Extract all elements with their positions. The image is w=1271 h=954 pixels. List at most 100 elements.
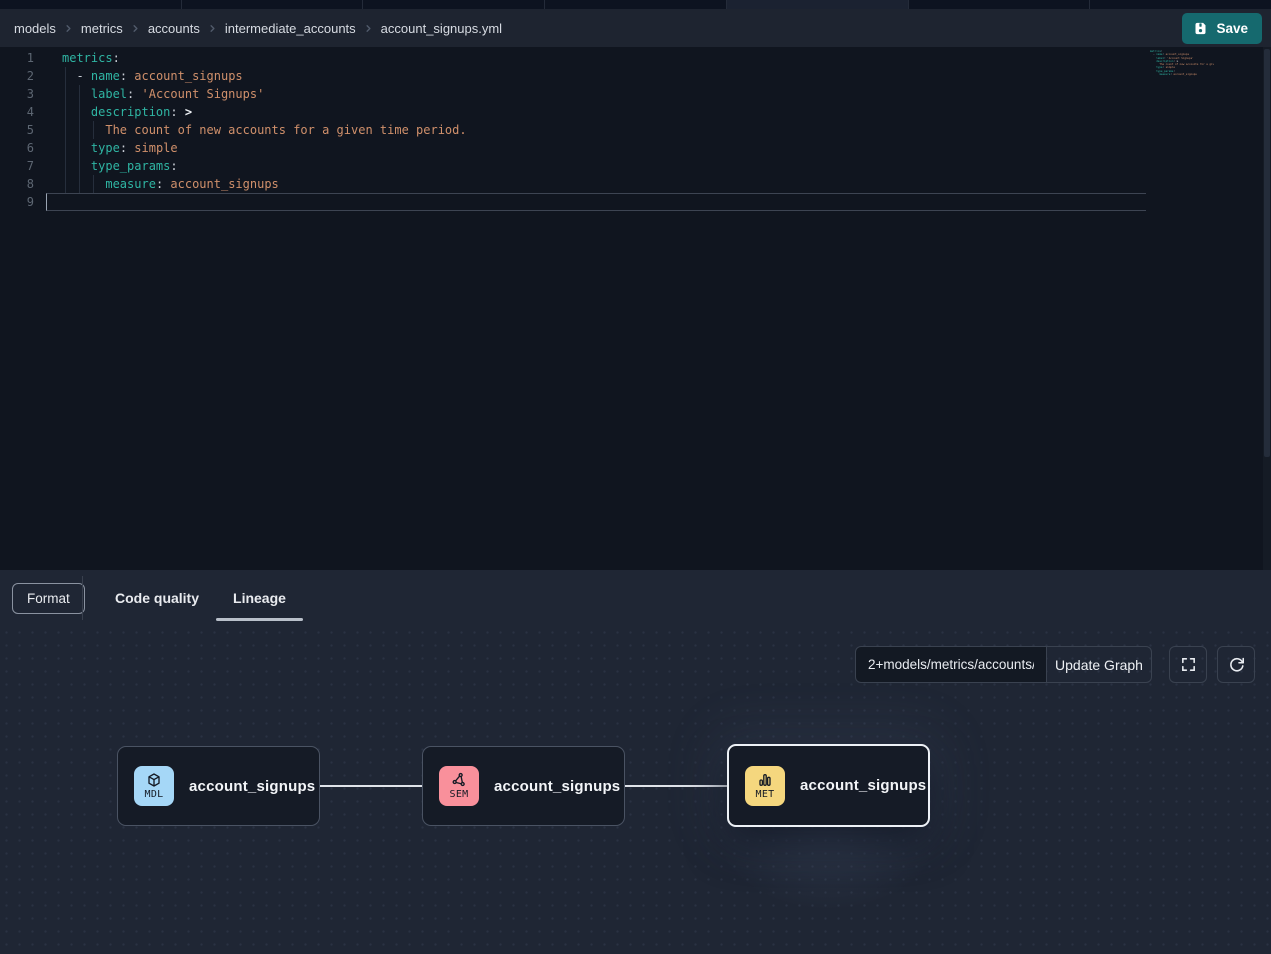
line-number: 8 (0, 175, 46, 193)
editor-minimap[interactable]: metrics: - name: account_signups label: … (1150, 50, 1214, 90)
editor-tab[interactable] (909, 0, 1091, 9)
code-token: : (170, 159, 177, 173)
metric-badge: MET (745, 766, 785, 806)
code-token (62, 159, 91, 173)
editor-tab[interactable] (545, 0, 727, 9)
indent-guide (79, 139, 80, 157)
code-line[interactable]: 5 The count of new accounts for a given … (0, 121, 1271, 139)
indent-guide (65, 121, 66, 139)
format-button[interactable]: Format (12, 583, 85, 614)
code-content: description: > (46, 103, 192, 121)
code-token (62, 177, 105, 191)
code-token: metrics (62, 51, 113, 65)
cube-icon (146, 772, 162, 788)
ide-window: models metrics accounts intermediate_accoun… (0, 0, 1271, 954)
indent-guide (65, 67, 66, 85)
code-token: : (120, 141, 127, 155)
fullscreen-icon (1180, 656, 1197, 673)
code-line[interactable]: 1metrics: (0, 49, 1271, 67)
chevron-right-icon (207, 23, 218, 34)
breadcrumb-bar: models metrics accounts intermediate_accoun… (0, 9, 1271, 47)
editor-lines: 1metrics:2 - name: account_signups3 labe… (0, 49, 1271, 211)
lineage-node-model[interactable]: MDL account_signups (117, 746, 320, 826)
code-token: account_signups (127, 69, 243, 83)
code-content (46, 193, 62, 211)
chevron-right-icon (63, 23, 74, 34)
badge-label: SEM (450, 789, 469, 800)
editor-tab[interactable] (1090, 0, 1271, 9)
panel-tabs: Code quality Lineage (98, 570, 303, 626)
breadcrumb-item[interactable]: models (14, 21, 56, 36)
lineage-canvas[interactable]: Update Graph (0, 626, 1271, 954)
refresh-icon (1228, 656, 1245, 673)
code-line[interactable]: 8 measure: account_signups (0, 175, 1271, 193)
tab-lineage[interactable]: Lineage (216, 570, 303, 626)
editor-tab[interactable] (0, 0, 182, 9)
breadcrumb-item[interactable]: account_signups.yml (381, 21, 502, 36)
editor-tab[interactable] (182, 0, 364, 9)
code-token: : (113, 51, 120, 65)
semantic-model-badge: SEM (439, 766, 479, 806)
indent-guide (65, 103, 66, 121)
indent-guide (65, 139, 66, 157)
code-token (62, 105, 91, 119)
bar-chart-icon (757, 772, 773, 788)
code-line[interactable]: 6 type: simple (0, 139, 1271, 157)
lineage-node-metric[interactable]: MET account_signups (727, 744, 930, 827)
indent-guide (79, 103, 80, 121)
code-token: 'Account Signups' (134, 87, 264, 101)
code-line[interactable]: 3 label: 'Account Signups' (0, 85, 1271, 103)
update-graph-button[interactable]: Update Graph (1046, 646, 1152, 683)
bottom-panel: Format Code quality Lineage Update Graph (0, 570, 1271, 954)
indent-guide (79, 157, 80, 175)
editor-tab[interactable] (727, 0, 909, 9)
code-token: : (120, 69, 127, 83)
breadcrumb-item[interactable]: accounts (148, 21, 200, 36)
code-token: type_params (91, 159, 170, 173)
line-number: 6 (0, 139, 46, 157)
model-badge: MDL (134, 766, 174, 806)
lineage-node-semantic-model[interactable]: SEM account_signups (422, 746, 625, 826)
panel-tab-bar: Format Code quality Lineage (0, 570, 1271, 626)
code-token: The count of new accounts for a given ti… (105, 123, 466, 137)
save-button[interactable]: Save (1182, 13, 1262, 44)
line-number: 9 (0, 193, 46, 211)
lineage-selector-input[interactable] (855, 646, 1047, 683)
save-icon (1193, 21, 1208, 36)
lineage-edge (320, 785, 422, 787)
code-content: measure: account_signups (46, 175, 279, 193)
code-token (62, 87, 91, 101)
indent-guide (79, 121, 80, 139)
editor-tab-strip (0, 0, 1271, 9)
code-editor[interactable]: 1metrics:2 - name: account_signups3 labe… (0, 47, 1271, 570)
network-triangle-icon (451, 772, 467, 788)
chevron-right-icon (363, 23, 374, 34)
code-line[interactable]: 7 type_params: (0, 157, 1271, 175)
fullscreen-button[interactable] (1169, 646, 1207, 683)
breadcrumb-item[interactable]: metrics (81, 21, 123, 36)
code-content: The count of new accounts for a given ti… (46, 121, 467, 139)
code-line[interactable]: 2 - name: account_signups (0, 67, 1271, 85)
line-number: 7 (0, 157, 46, 175)
code-token (62, 141, 91, 155)
node-label: account_signups (189, 778, 315, 795)
code-token: type (91, 141, 120, 155)
code-token: > (185, 105, 192, 119)
editor-scrollbar[interactable] (1263, 47, 1271, 570)
chevron-right-icon (130, 23, 141, 34)
indent-guide (93, 121, 94, 139)
editor-tab[interactable] (363, 0, 545, 9)
code-line[interactable]: 9 (0, 193, 1271, 211)
code-token: measure (105, 177, 156, 191)
code-token: account_signups (163, 177, 279, 191)
tab-code-quality[interactable]: Code quality (98, 570, 216, 626)
indent-guide (65, 85, 66, 103)
node-label: account_signups (494, 778, 620, 795)
scrollbar-thumb[interactable] (1264, 49, 1270, 457)
refresh-button[interactable] (1217, 646, 1255, 683)
code-token: - (76, 69, 90, 83)
code-line[interactable]: 4 description: > (0, 103, 1271, 121)
code-content: metrics: (46, 49, 120, 67)
breadcrumb-item[interactable]: intermediate_accounts (225, 21, 356, 36)
line-number: 4 (0, 103, 46, 121)
